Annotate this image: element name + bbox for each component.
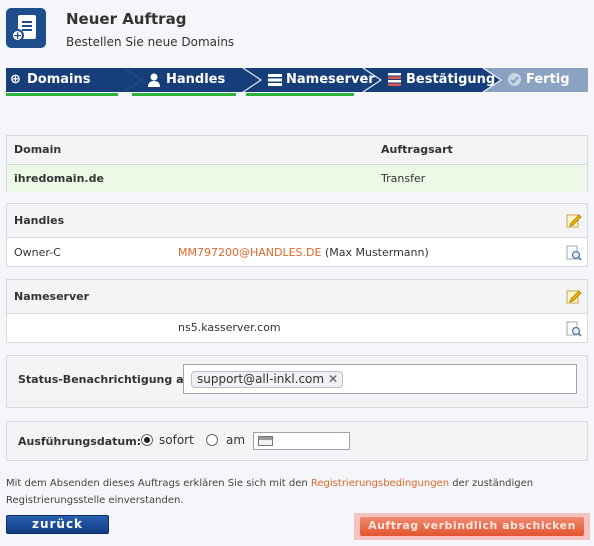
table-row: ihredomain.de Transfer (7, 164, 587, 192)
back-button[interactable]: zurück (6, 515, 109, 534)
section-header: Handles (7, 204, 587, 237)
step-nameserver[interactable]: Nameserver (244, 68, 384, 96)
pencil-edit-icon[interactable] (566, 212, 582, 228)
step-label: Domains (27, 72, 91, 87)
nameserver-section: Nameserver ns5.kasserver.com (6, 279, 588, 343)
new-order-icon: + (6, 8, 46, 48)
email-tag-label: support@all-inkl.com (197, 372, 325, 386)
submit-order-button[interactable]: Auftrag verbindlich abschicken (360, 517, 584, 536)
column-header-order-type: Auftragsart (381, 143, 453, 156)
execution-date-section: Ausführungsdatum: sofort am (6, 421, 588, 461)
plus-circle-icon: ⊕ (10, 72, 21, 87)
step-handles[interactable]: Handles (124, 68, 264, 96)
page-subtitle: Bestellen Sie neue Domains (66, 35, 235, 49)
nameserver-value: ns5.kasserver.com (178, 321, 281, 334)
remove-tag-icon[interactable]: ✕ (328, 372, 338, 386)
terms-link[interactable]: Registrierungsbedingungen (311, 478, 449, 489)
status-notification-section: Status-Benachrichtigung an: support@all-… (6, 355, 588, 408)
step-progress-bar (132, 93, 236, 96)
step-bestaetigung[interactable]: Bestätigung (364, 68, 504, 92)
radio-am[interactable] (206, 434, 218, 446)
step-fertig[interactable]: Fertig (484, 68, 588, 92)
step-progress-bar (246, 93, 354, 96)
radio-sofort-label: sofort (159, 433, 194, 447)
execution-date-label: Ausführungsdatum: (18, 435, 142, 448)
order-type-value: Transfer (381, 172, 426, 185)
status-email-input[interactable]: support@all-inkl.com ✕ (183, 364, 577, 394)
radio-sofort[interactable] (141, 434, 153, 446)
date-input[interactable] (253, 432, 350, 450)
step-progress-bar (6, 93, 118, 96)
step-label: Bestätigung (406, 72, 496, 87)
page-title: Neuer Auftrag (66, 10, 187, 28)
calendar-icon[interactable] (258, 436, 273, 446)
page-header: + Neuer Auftrag Bestellen Sie neue Domai… (0, 0, 594, 64)
section-header: Nameserver (7, 280, 587, 313)
terms-text-start: Mit dem Absenden dieses Auftrags erkläre… (6, 478, 311, 489)
domain-name: ihredomain.de (14, 172, 104, 185)
nameserver-heading: Nameserver (14, 290, 90, 303)
status-notification-label: Status-Benachrichtigung an: (18, 373, 196, 386)
order-steps: ⊕ Domains Handles Nameserver Bestätigung… (6, 68, 588, 98)
handle-owner-name: (Max Mustermann) (324, 246, 429, 259)
pencil-edit-icon[interactable] (566, 288, 582, 304)
email-tag: support@all-inkl.com ✕ (191, 371, 344, 388)
handles-section: Handles Owner-C MM797200@HANDLES.DE (Max… (6, 203, 588, 267)
submit-button-highlight: Auftrag verbindlich abschicken (354, 513, 590, 540)
table-row: ns5.kasserver.com (7, 313, 587, 343)
terms-note: Mit dem Absenden dieses Auftrags erkläre… (6, 475, 566, 509)
table-row: Owner-C MM797200@HANDLES.DE (Max Musterm… (7, 237, 587, 267)
domain-table: Domain Auftragsart ihredomain.de Transfe… (6, 135, 588, 192)
magnifier-icon[interactable] (566, 321, 582, 337)
column-header-domain: Domain (14, 143, 62, 156)
magnifier-icon[interactable] (566, 245, 582, 261)
table-header-row: Domain Auftragsart (7, 136, 587, 164)
handle-role: Owner-C (14, 246, 61, 259)
step-label: Handles (166, 72, 226, 87)
handle-entry: MM797200@HANDLES.DE (Max Mustermann) (178, 246, 429, 259)
step-label: Fertig (526, 72, 570, 87)
radio-am-label: am (226, 433, 246, 447)
step-label: Nameserver (286, 72, 375, 87)
handle-link[interactable]: MM797200@HANDLES.DE (178, 246, 321, 259)
handles-heading: Handles (14, 214, 65, 227)
